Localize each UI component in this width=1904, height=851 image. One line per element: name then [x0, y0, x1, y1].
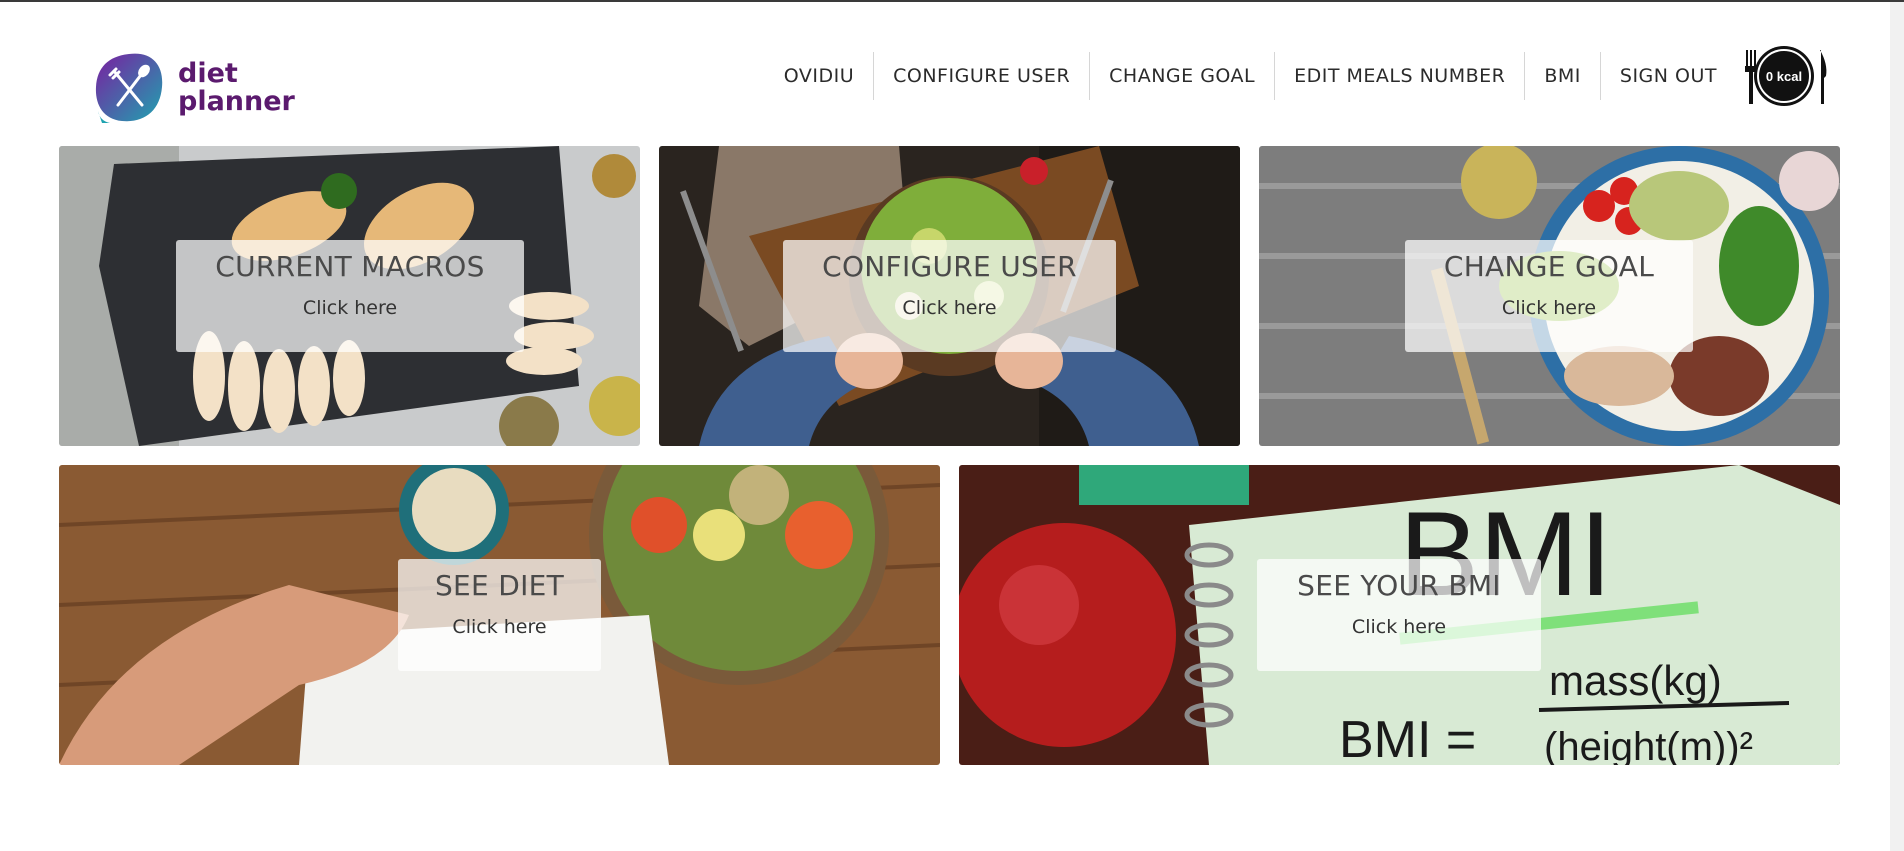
card-title: SEE YOUR BMI	[1297, 569, 1501, 602]
bmi-formula-left: BMI =	[1339, 711, 1476, 765]
card-change-goal[interactable]: CHANGE GOAL Click here	[1259, 146, 1840, 446]
card-click-here[interactable]: Click here	[176, 297, 524, 319]
card-current-macros-overlay[interactable]: CURRENT MACROS Click here	[176, 240, 524, 352]
card-click-here[interactable]: Click here	[398, 616, 601, 638]
card-change-goal-overlay[interactable]: CHANGE GOAL Click here	[1405, 240, 1693, 352]
knife-icon	[1820, 50, 1827, 104]
card-click-here[interactable]: Click here	[1257, 616, 1541, 638]
bmi-numerator: mass(kg)	[1549, 657, 1722, 704]
card-see-bmi[interactable]: BMI BMI = mass(kg) (height(m))² SEE YOUR…	[959, 465, 1840, 765]
card-title: CURRENT MACROS	[215, 250, 485, 283]
calorie-plate-icon[interactable]: 0 kcal	[1736, 44, 1832, 108]
card-title: CHANGE GOAL	[1443, 250, 1655, 283]
card-see-diet-overlay[interactable]: SEE DIET Click here	[398, 559, 601, 671]
calorie-count: 0 kcal	[1766, 69, 1802, 84]
nav-user-name[interactable]: OVIDIU	[765, 52, 873, 100]
window-top-border	[0, 0, 1904, 2]
brand-name: diet planner	[178, 60, 295, 116]
card-configure-user[interactable]: CONFIGURE USER Click here	[659, 146, 1240, 446]
card-title: SEE DIET	[434, 569, 565, 602]
card-click-here[interactable]: Click here	[1405, 297, 1693, 319]
page-scrollbar[interactable]	[1890, 2, 1904, 851]
card-see-bmi-overlay[interactable]: SEE YOUR BMI Click here	[1257, 559, 1541, 671]
nav-edit-meals-number[interactable]: EDIT MEALS NUMBER	[1274, 52, 1524, 100]
brand-name-line1: diet	[178, 58, 238, 89]
card-see-diet[interactable]: SEE DIET Click here	[59, 465, 940, 765]
top-nav: OVIDIU CONFIGURE USER CHANGE GOAL EDIT M…	[765, 52, 1736, 100]
nav-bmi[interactable]: BMI	[1524, 52, 1600, 100]
card-configure-user-overlay[interactable]: CONFIGURE USER Click here	[783, 240, 1116, 352]
fork-knife-logo-icon	[95, 53, 163, 123]
nav-change-goal[interactable]: CHANGE GOAL	[1089, 52, 1274, 100]
card-click-here[interactable]: Click here	[783, 297, 1116, 319]
card-current-macros[interactable]: CURRENT MACROS Click here	[59, 146, 640, 446]
bmi-denominator: (height(m))²	[1544, 725, 1753, 765]
nav-sign-out[interactable]: SIGN OUT	[1599, 52, 1736, 100]
brand-logo[interactable]: diet planner	[92, 48, 302, 128]
card-title: CONFIGURE USER	[822, 250, 1077, 283]
nav-configure-user[interactable]: CONFIGURE USER	[873, 52, 1089, 100]
brand-name-line2: planner	[178, 86, 295, 117]
